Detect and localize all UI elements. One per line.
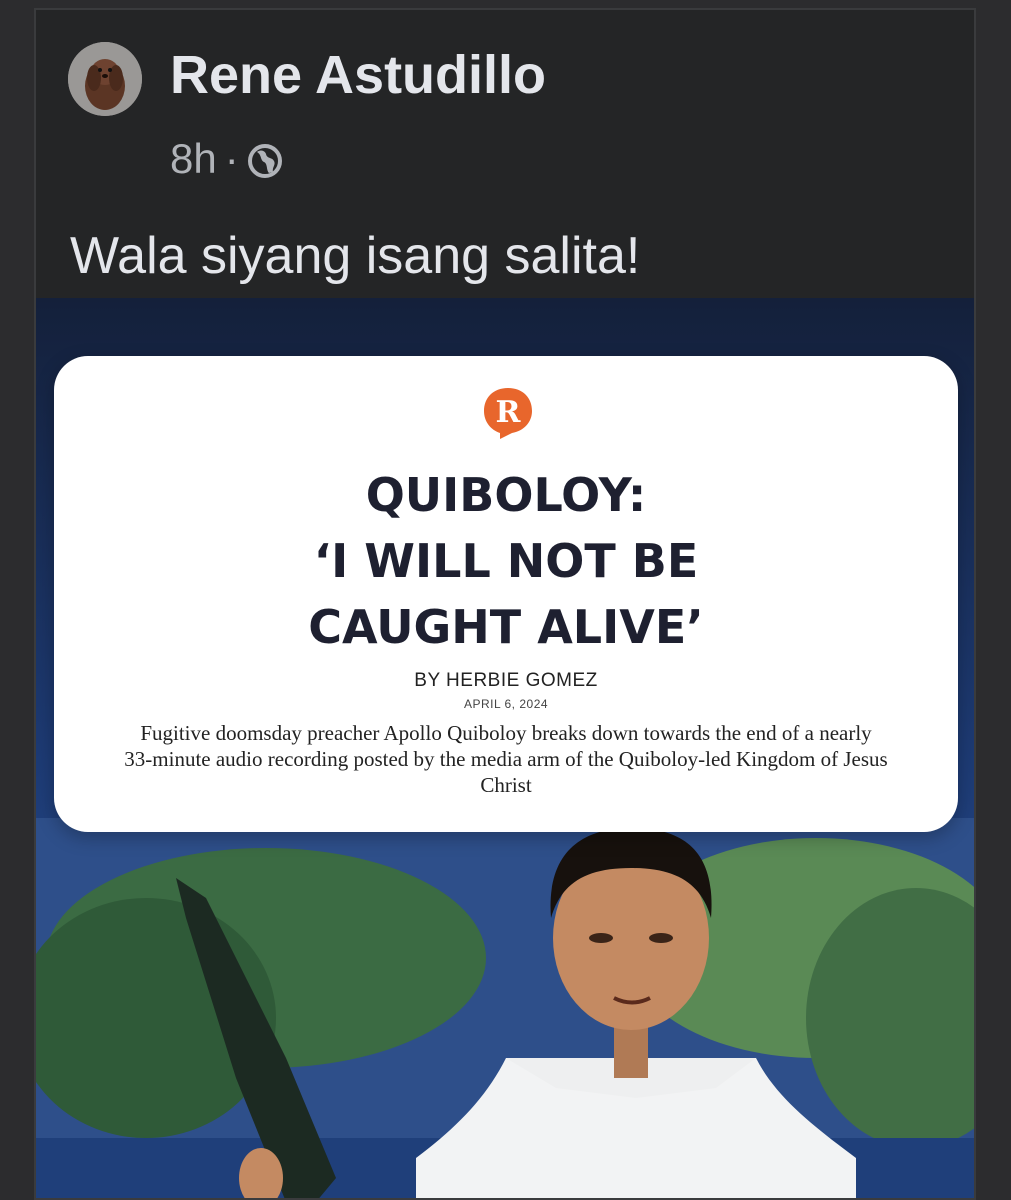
globe-icon [247,141,283,178]
post-timestamp[interactable]: 8h [170,135,217,183]
meta-separator: · [224,135,239,182]
article-card: R QUIBOLOY: ‘I WILL NOT BE CAUGHT ALIVE’… [54,356,958,832]
avatar[interactable] [68,42,142,116]
post-header: Rene Astudillo 8h · [36,10,974,182]
article-byline: BY HERBIE GOMEZ [414,670,598,691]
logo-letter: R [496,395,522,430]
article-headline: QUIBOLOY: ‘I WILL NOT BE CAUGHT ALIVE’ [54,462,958,660]
headline-line-3: CAUGHT ALIVE’ [308,600,704,654]
author-name[interactable]: Rene Astudillo [170,44,546,106]
article-summary: Fugitive doomsday preacher Apollo Quibol… [124,721,888,797]
post-meta: 8h · [170,134,283,184]
rappler-logo-icon: R [478,384,538,442]
facebook-post: Rene Astudillo 8h · Wala siyang isang sa… [34,8,976,1200]
headline-line-1: QUIBOLOY: [365,468,647,522]
post-caption: Wala siyang isang salita! [70,227,641,285]
post-image[interactable]: R QUIBOLOY: ‘I WILL NOT BE CAUGHT ALIVE’… [36,298,974,1198]
headline-line-2: ‘I WILL NOT BE [313,534,699,588]
article-date: APRIL 6, 2024 [463,697,549,711]
